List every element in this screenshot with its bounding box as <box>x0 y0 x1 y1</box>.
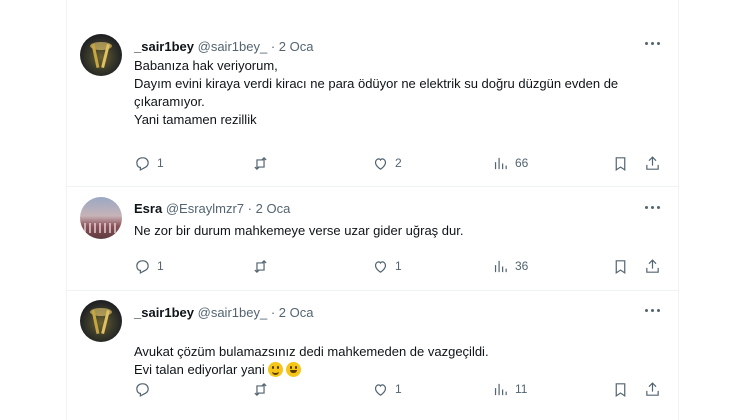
reply-button[interactable]: 1 <box>134 256 164 276</box>
tweet-text: Avukat çözüm bulamazsınız dedi mahkemede… <box>134 325 654 379</box>
slightly-smiling-face-icon <box>267 362 283 377</box>
tweet-date[interactable]: 2 Oca <box>256 201 291 216</box>
views-icon <box>494 260 507 272</box>
display-name[interactable]: _sair1bey <box>134 39 194 54</box>
reply-icon <box>136 382 149 397</box>
views-button[interactable]: 36 <box>492 256 528 276</box>
tweet-header: _sair1bey @sair1bey_ · 2 Oca <box>134 305 313 320</box>
views-icon <box>494 157 507 169</box>
bookmark-icon <box>615 156 626 171</box>
tweet-header: Esra @Esraylmzr7 · 2 Oca <box>134 201 290 216</box>
more-icon[interactable] <box>576 202 660 214</box>
like-button[interactable]: 1 <box>372 256 402 276</box>
reply-count: 1 <box>157 259 164 273</box>
retweet-icon <box>254 156 267 170</box>
view-count: 66 <box>515 156 529 170</box>
divider <box>67 290 678 291</box>
retweet-icon <box>254 259 267 273</box>
separator: · <box>247 201 252 216</box>
separator: · <box>270 305 276 320</box>
tweet-date[interactable]: 2 Oca <box>279 305 314 320</box>
reply-button[interactable]: 1 <box>134 153 164 173</box>
reply-icon <box>136 259 149 274</box>
bookmark-button[interactable] <box>612 256 629 276</box>
column-border-left <box>66 0 67 420</box>
retweet-button[interactable] <box>252 153 275 173</box>
retweet-icon <box>254 382 267 396</box>
separator: · <box>270 39 276 54</box>
tweet-actions: 1 11 <box>134 379 664 399</box>
share-icon <box>646 258 659 273</box>
like-button[interactable]: 1 <box>372 379 402 399</box>
tweet-header: _sair1bey @sair1bey_ · 2 Oca <box>134 39 313 54</box>
retweet-button[interactable] <box>252 379 275 399</box>
bookmark-button[interactable] <box>612 153 629 173</box>
grinning-face-icon <box>285 362 301 377</box>
views-button[interactable]: 66 <box>492 153 528 173</box>
user-handle[interactable]: @Esraylmzr7 <box>166 201 244 216</box>
user-handle[interactable]: @sair1bey_ <box>198 305 268 320</box>
avatar[interactable] <box>80 34 122 76</box>
heart-icon <box>374 157 387 170</box>
views-icon <box>494 383 507 395</box>
user-handle[interactable]: @sair1bey_ <box>198 39 268 54</box>
tweet-text: Babanıza hak veriyorum, Dayım evini kira… <box>134 58 619 127</box>
avatar[interactable] <box>80 300 122 342</box>
like-count: 1 <box>395 259 402 273</box>
bookmark-button[interactable] <box>612 379 629 399</box>
heart-icon <box>374 260 387 273</box>
display-name[interactable]: _sair1bey <box>134 305 194 320</box>
tweet-actions: 1 2 66 <box>134 153 664 173</box>
view-count: 11 <box>515 382 528 396</box>
like-count: 1 <box>395 382 402 396</box>
more-icon[interactable] <box>576 305 660 317</box>
reply-count: 1 <box>157 156 164 170</box>
divider <box>67 186 678 187</box>
retweet-button[interactable] <box>252 256 275 276</box>
tweet-actions: 1 1 36 <box>134 256 664 276</box>
tweet-date[interactable]: 2 Oca <box>279 39 314 54</box>
more-icon[interactable] <box>576 38 660 50</box>
bookmark-icon <box>615 382 626 397</box>
share-button[interactable] <box>644 379 661 399</box>
heart-icon <box>374 383 387 396</box>
display-name[interactable]: Esra <box>134 201 162 216</box>
reply-icon <box>136 156 149 171</box>
views-button[interactable]: 11 <box>492 379 527 399</box>
share-icon <box>646 381 659 396</box>
avatar[interactable] <box>80 197 122 239</box>
view-count: 36 <box>515 259 529 273</box>
tweet-text-content: Avukat çözüm bulamazsınız dedi mahkemede… <box>134 344 489 377</box>
share-icon <box>646 155 659 170</box>
reply-button[interactable] <box>134 379 157 399</box>
column-border-right <box>678 0 679 420</box>
share-button[interactable] <box>644 153 661 173</box>
like-count: 2 <box>395 156 402 170</box>
like-button[interactable]: 2 <box>372 153 402 173</box>
bookmark-icon <box>615 259 626 274</box>
tweet-text: Ne zor bir durum mahkemeye verse uzar gi… <box>134 223 464 238</box>
share-button[interactable] <box>644 256 661 276</box>
